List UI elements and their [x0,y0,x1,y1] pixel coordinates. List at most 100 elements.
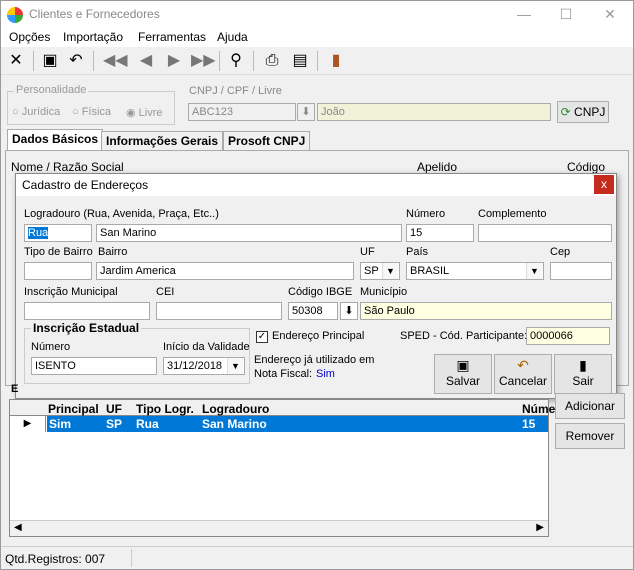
cancelar-label: Cancelar [498,374,548,388]
radio-fisica[interactable]: ○ Física [72,106,111,118]
sped-field[interactable]: 0000066 [526,327,610,345]
inscricao-estadual-title: Inscrição Estadual [31,321,142,335]
report-icon[interactable]: ▤ [289,50,311,72]
chevron-down-icon: ▼ [526,263,542,279]
nome-label: Nome / Razão Social [11,160,124,174]
cnpj-field[interactable]: ABC123 [188,103,296,121]
numero-field[interactable]: 15 [406,224,474,242]
personalidade-title: Personalidade [14,84,89,96]
exit-door-icon: ▮ [579,357,587,373]
maximize-button[interactable]: ☐ [551,5,581,25]
numero-label: Número [406,208,446,220]
app-icon [7,7,23,23]
window-title: Clientes e Fornecedores [29,7,160,21]
cell-tipo-logr: Rua [136,417,159,431]
pais-value: BRASIL [410,265,450,277]
cell-numero: 15 [522,417,536,431]
table-row[interactable]: Sim SP Rua San Marino 15 [47,400,548,434]
close-button[interactable]: ✕ [595,5,625,25]
cell-principal: Sim [49,417,72,431]
cei-label: CEI [156,286,175,298]
menu-opcoes[interactable]: Opções [9,30,50,44]
pais-select[interactable]: BRASIL ▼ [406,262,544,280]
sped-label: SPED - Cód. Participante: [400,330,528,342]
status-bar: Qtd.Registros: 007 [1,546,633,569]
cancelar-button[interactable]: ↶ Cancelar [494,354,552,394]
endereco-principal-checkbox[interactable]: ✓ Endereço Principal [256,330,364,343]
tipo-bairro-field[interactable] [24,262,92,280]
tab-informacoes-gerais[interactable]: Informações Gerais [101,131,224,151]
ie-inicio-field[interactable]: 31/12/2018 ▼ [163,357,245,375]
chevron-down-icon: ▼ [382,263,398,279]
tipo-logradouro-field[interactable]: Rua [24,224,92,242]
next-record-icon[interactable]: ▶ [163,50,185,72]
exit-door-icon[interactable]: ▮ [325,50,347,72]
save-icon[interactable]: ▣ [39,50,61,72]
radio-livre[interactable]: ◉ Livre [126,106,163,119]
logradouro-label: Logradouro (Rua, Avenida, Praça, Etc..) [24,208,219,220]
adicionar-button[interactable]: Adicionar [555,393,625,419]
minimize-button[interactable]: — [509,5,539,25]
scroll-right-icon[interactable]: ▶ [536,522,544,533]
logradouro-field[interactable]: San Marino [96,224,402,242]
previous-record-icon[interactable]: ◀ [135,50,157,72]
ibge-lookup-icon[interactable]: ⬇ [340,302,358,320]
tipo-logradouro-value: Rua [28,227,49,239]
radio-livre-label: Livre [138,107,163,119]
undo-icon[interactable]: ↶ [65,50,87,72]
endereco-principal-label: Endereço Principal [272,330,365,342]
menu-bar: Opções Importação Ferramentas Ajuda [1,29,633,47]
cnpj-button[interactable]: ⟳ CNPJ [557,101,609,123]
tab-dados-basicos[interactable]: Dados Básicos [7,129,104,151]
last-record-icon[interactable]: ▶▶ [191,50,216,72]
dialog-close-button[interactable]: x [594,175,614,194]
apelido-label: Apelido [417,160,458,174]
cei-field[interactable] [156,302,282,320]
cell-logradouro: San Marino [202,417,267,431]
uf-select[interactable]: SP ▼ [360,262,400,280]
cell-uf: SP [106,417,123,431]
bairro-field[interactable]: Jardim America [96,262,354,280]
radio-juridica[interactable]: ○ Jurídica [12,106,60,118]
menu-ajuda[interactable]: Ajuda [217,30,248,44]
ie-inicio-value: 31/12/2018 [167,360,223,372]
name-field[interactable]: João [317,103,551,121]
horizontal-scrollbar[interactable]: ◀ ▶ [10,520,548,536]
ie-inicio-label: Início da Validade [163,341,250,353]
cep-field[interactable] [550,262,612,280]
sair-label: Sair [572,374,594,388]
calendar-dropdown-icon: ▼ [227,358,243,374]
cep-label: Cep [550,246,571,258]
scroll-left-icon[interactable]: ◀ [14,522,22,533]
first-record-icon[interactable]: ◀◀ [103,50,128,72]
ie-numero-field[interactable]: ISENTO [31,357,157,375]
search-binoculars-icon[interactable]: ⚲ [225,50,247,72]
complemento-field[interactable] [478,224,612,242]
tab-prosoft-cnpj[interactable]: Prosoft CNPJ [223,131,311,151]
record-count: Qtd.Registros: 007 [5,552,106,566]
close-icon[interactable]: ✕ [5,50,27,72]
inscricao-municipal-field[interactable] [24,302,150,320]
sair-button[interactable]: ▮ Sair [554,354,612,394]
ibge-field[interactable]: 50308 [288,302,338,320]
title-bar: Clientes e Fornecedores — ☐ ✕ [1,1,633,29]
remover-button[interactable]: Remover [555,423,625,449]
salvar-button[interactable]: ▣ Salvar [434,354,492,394]
cnpj-button-label: CNPJ [574,105,606,119]
complemento-label: Complemento [478,208,547,220]
print-icon[interactable]: ⎙ [261,50,283,72]
menu-ferramentas[interactable]: Ferramentas [138,30,206,44]
inscricao-estadual-group: Inscrição Estadual Número ISENTO Início … [24,321,250,384]
enderecos-group-label: E [11,383,19,395]
cnpj-lookup-icon[interactable]: ⬇ [297,103,315,121]
nf-label-line2: Nota Fiscal: [254,368,313,380]
menu-importacao[interactable]: Importação [63,30,123,44]
pais-label: País [406,246,429,258]
personalidade-group: Personalidade ○ Jurídica ○ Física ◉ Livr… [7,84,175,125]
checkbox-checked-icon: ✓ [256,331,268,343]
undo-icon: ↶ [517,357,529,373]
municipio-field[interactable]: São Paulo [360,302,612,320]
refresh-icon: ⟳ [560,105,571,119]
ibge-label: Código IBGE [288,286,353,298]
codigo-label: Código [567,160,606,174]
